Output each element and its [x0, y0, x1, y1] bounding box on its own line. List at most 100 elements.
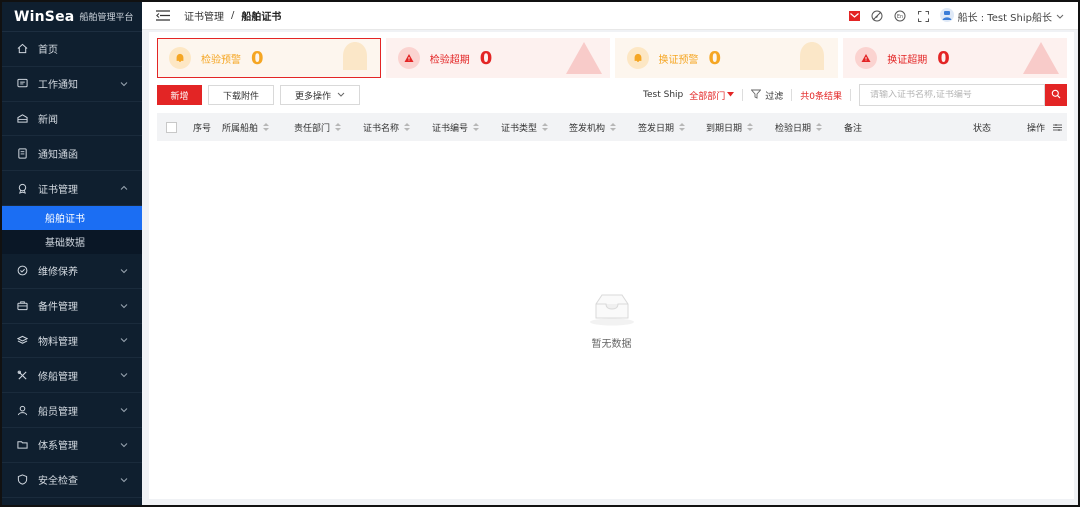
column-header[interactable]: 责任部门	[294, 113, 342, 141]
caret-down-icon	[727, 90, 735, 100]
table-header: 序号 所属船舶 责任部门 证书名称 证书编号 证书类型 签发机构 签发日期 到期…	[157, 113, 1067, 141]
sidebar-item-label: 工作通知	[38, 80, 78, 92]
sidebar-item-certificates[interactable]: 证书管理	[2, 171, 142, 206]
chevron-down-icon	[1056, 11, 1064, 22]
logo-subtitle: 船舶管理平台	[79, 13, 134, 23]
chevron-down-icon	[337, 90, 345, 100]
sidebar-item-label: 安全检查	[38, 476, 78, 488]
breadcrumb-parent[interactable]: 证书管理	[184, 8, 224, 23]
language-icon[interactable]: En	[894, 10, 907, 23]
compass-icon[interactable]	[871, 10, 884, 23]
sort-icon	[335, 123, 342, 131]
add-button[interactable]: 新增	[157, 85, 202, 105]
empty-inbox-icon	[588, 292, 636, 329]
stat-value: 0	[251, 47, 264, 69]
message-icon	[16, 78, 28, 90]
more-actions-label: 更多操作	[295, 91, 332, 102]
stat-label: 换证预警	[658, 54, 699, 66]
filter-button[interactable]: 过滤	[750, 89, 783, 102]
stat-label: 检验预警	[201, 54, 241, 66]
sort-icon	[473, 123, 480, 131]
search-box	[859, 84, 1045, 106]
chevron-up-icon	[120, 183, 128, 194]
breadcrumb-separator: /	[231, 10, 235, 21]
column-header[interactable]: 证书名称	[363, 113, 411, 141]
more-actions-button[interactable]: 更多操作	[280, 85, 361, 105]
stat-card-renewal-overdue[interactable]: 换证超期 0	[843, 38, 1067, 78]
stat-card-inspection-warning[interactable]: 检验预警 0	[157, 38, 381, 78]
empty-state: 暂无数据	[149, 292, 1074, 350]
sort-icon	[816, 123, 823, 131]
column-header[interactable]: 证书编号	[432, 113, 480, 141]
download-attachments-button[interactable]: 下载附件	[208, 85, 275, 105]
select-all-checkbox[interactable]	[166, 113, 177, 141]
stats-row: 检验预警 0 检验超期 0 换证预警 0 换证超期 0	[157, 38, 1067, 78]
mail-icon[interactable]	[848, 10, 861, 23]
sidebar-item-news[interactable]: 新闻	[2, 102, 142, 137]
divider	[742, 89, 744, 101]
sidebar-item-crew[interactable]: 船员管理	[2, 393, 142, 428]
sort-icon	[610, 123, 617, 131]
check-circle-icon	[16, 265, 28, 277]
sidebar-subitem-base-data[interactable]: 基础数据	[2, 229, 142, 254]
app-frame: WinSea 船舶管理平台 首页 工作通知 新闻 通知通函 证书管理 船舶证书 …	[0, 0, 1080, 507]
column-header[interactable]: 证书类型	[501, 113, 549, 141]
main-content: 检验预警 0 检验超期 0 换证预警 0 换证超期 0 新增 下载附件 更多操作…	[149, 32, 1074, 499]
chevron-down-icon	[120, 474, 128, 485]
column-header[interactable]: 签发机构	[569, 113, 617, 141]
search-input[interactable]	[870, 90, 1044, 100]
chevron-down-icon	[120, 335, 128, 346]
sidebar: WinSea 船舶管理平台 首页 工作通知 新闻 通知通函 证书管理 船舶证书 …	[2, 2, 142, 505]
breadcrumb: 证书管理 / 船舶证书	[184, 8, 281, 23]
sidebar-item-ship-repair[interactable]: 修船管理	[2, 358, 142, 394]
stat-card-renewal-warning[interactable]: 换证预警 0	[614, 38, 839, 78]
fullscreen-icon[interactable]	[917, 10, 930, 23]
menu-toggle-icon[interactable]	[156, 10, 170, 22]
toolbar-right: Test Ship 全部部门 过滤 共0条结果	[643, 84, 1067, 106]
alert-triangle-icon	[1021, 40, 1061, 78]
sidebar-item-label: 新闻	[38, 114, 58, 126]
sidebar-item-label: 证书管理	[38, 184, 78, 196]
sidebar-item-work-notice[interactable]: 工作通知	[2, 67, 142, 102]
sidebar-item-maintenance[interactable]: 维修保养	[2, 254, 142, 289]
department-select[interactable]: 全部部门	[689, 89, 735, 102]
bell-icon	[335, 40, 375, 78]
sort-icon	[542, 123, 549, 131]
alert-triangle-icon	[564, 40, 604, 78]
sidebar-item-label: 船员管理	[38, 406, 78, 418]
column-header: 序号	[193, 123, 212, 134]
search-icon	[1051, 89, 1061, 102]
sidebar-item-label: 备件管理	[38, 302, 78, 314]
alert-triangle-icon	[397, 47, 420, 69]
certificate-icon	[16, 182, 28, 194]
sidebar-item-notices[interactable]: 通知通函	[2, 136, 142, 172]
sidebar-item-home[interactable]: 首页	[2, 32, 142, 67]
search-button[interactable]	[1045, 84, 1067, 106]
sidebar-subitem-ship-certificates[interactable]: 船舶证书	[2, 205, 142, 230]
sidebar-item-materials[interactable]: 物料管理	[2, 324, 142, 359]
svg-text:En: En	[897, 14, 903, 20]
stat-label: 换证超期	[887, 54, 928, 66]
sort-icon	[679, 123, 686, 131]
column-header[interactable]: 检验日期	[775, 113, 823, 141]
sidebar-item-safety[interactable]: 安全检查	[2, 463, 142, 498]
tools-icon	[16, 369, 28, 381]
stat-card-inspection-overdue[interactable]: 检验超期 0	[385, 38, 610, 78]
column-settings-icon[interactable]	[1053, 113, 1062, 141]
divider	[791, 89, 793, 101]
folder-icon	[16, 439, 28, 451]
user-menu[interactable]: 船长 : Test Ship船长	[939, 7, 1064, 25]
user-name: 船长 : Test Ship船长	[957, 12, 1052, 24]
sort-icon	[263, 123, 270, 131]
column-header[interactable]: 签发日期	[638, 113, 686, 141]
briefcase-icon	[16, 300, 28, 312]
bell-icon	[169, 47, 191, 69]
shield-icon	[16, 474, 28, 486]
column-header[interactable]: 到期日期	[706, 113, 754, 141]
toolbar: 新增 下载附件 更多操作 Test Ship 全部部门 过滤 共0条结果 请输入…	[157, 84, 1067, 106]
sidebar-item-spare-parts[interactable]: 备件管理	[2, 289, 142, 324]
column-header[interactable]: 所属船舶	[222, 113, 270, 141]
chevron-down-icon	[120, 265, 128, 276]
sidebar-item-system[interactable]: 体系管理	[2, 428, 142, 463]
filter-icon	[750, 89, 762, 102]
